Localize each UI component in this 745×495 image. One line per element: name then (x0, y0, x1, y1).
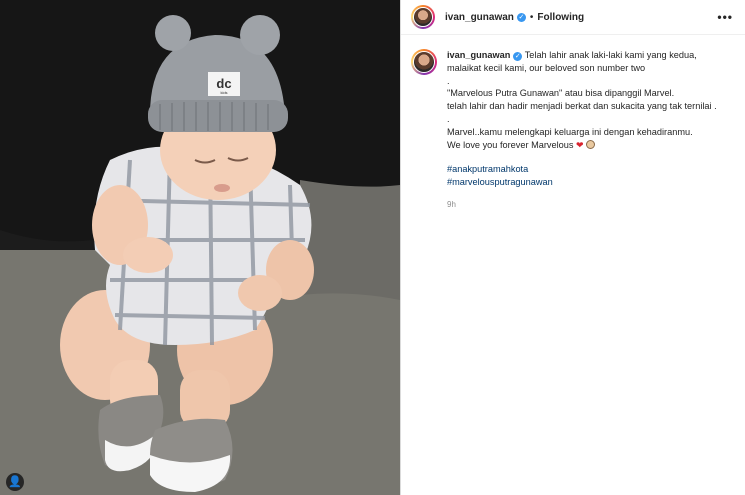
caption-line: "Marvelous Putra Gunawan" atau bisa dipa… (447, 88, 675, 99)
hashtag-link[interactable]: #marvelousputragunawan (447, 176, 735, 189)
caption-username[interactable]: ivan_gunawan (447, 50, 510, 60)
post-details-panel: ivan_gunawan ✓ • Following ••• ivan_guna… (400, 0, 745, 495)
caption-line: malaikat kecil kami, our beloved son num… (447, 62, 646, 73)
separator-dot: • (529, 11, 534, 23)
caption-line: Telah lahir anak laki-laki kami yang ked… (522, 50, 697, 60)
post-photo[interactable]: dc kids 👤 (0, 0, 400, 495)
post-time: 9h (447, 199, 456, 209)
caption-text: ivan_gunawan ✓ Telah lahir anak laki-laki… (447, 49, 735, 212)
hat-logo-subtext: kids (220, 90, 227, 95)
post-header: ivan_gunawan ✓ • Following ••• (401, 0, 745, 35)
avatar[interactable] (411, 5, 435, 29)
header-username[interactable]: ivan_gunawan (445, 12, 514, 23)
caption-line: . (447, 75, 450, 86)
tagged-users-button[interactable]: 👤 (6, 473, 24, 491)
heart-emoji-icon: ❤ (576, 139, 584, 150)
hat-logo-text: dc (216, 76, 231, 91)
face-emoji-icon (586, 139, 596, 149)
user-tag-icon: 👤 (8, 475, 22, 488)
baby-photo-illustration: dc kids (0, 0, 400, 495)
caption-verified-badge-icon: ✓ (513, 52, 523, 61)
caption-avatar[interactable] (411, 49, 437, 75)
hashtag-link[interactable]: #anakputramahkota (447, 163, 735, 176)
caption-line: . (447, 113, 450, 124)
caption-line: Marvel..kamu melengkapi keluarga ini den… (447, 126, 693, 137)
more-options-icon[interactable]: ••• (717, 10, 733, 24)
caption-section: ivan_gunawan ✓ Telah lahir anak laki-laki… (401, 35, 745, 212)
caption-line: telah lahir dan hadir menjadi berkat dan… (447, 101, 717, 112)
following-button[interactable]: Following (537, 12, 584, 23)
verified-badge-icon: ✓ (516, 12, 526, 22)
caption-line: We love you forever Marvelous (447, 139, 577, 150)
